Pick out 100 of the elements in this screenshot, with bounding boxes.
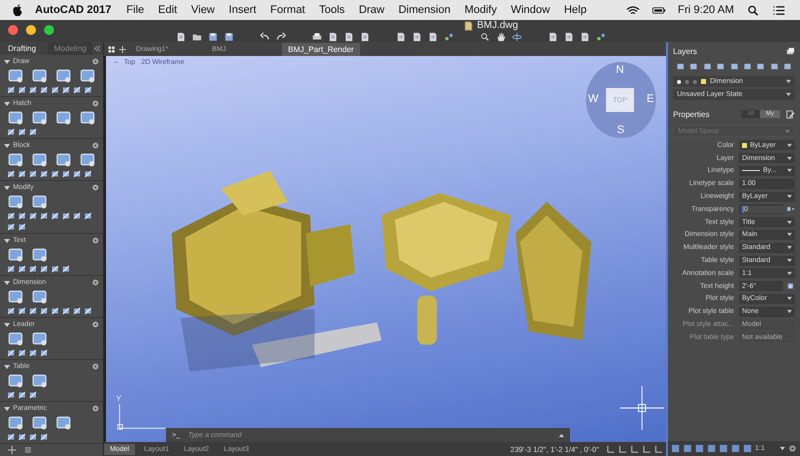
settings-icon[interactable] [788,444,797,453]
menu-item[interactable]: Help [564,4,587,16]
close-button[interactable] [8,25,18,35]
document-icon[interactable] [344,32,354,42]
tool-icon[interactable] [51,170,59,178]
menu-item[interactable]: Edit [158,4,178,16]
tool-icon[interactable] [7,109,24,126]
zoom-button[interactable] [44,25,54,35]
menu-item[interactable]: Dimension [398,4,450,16]
tool-icon[interactable] [7,223,15,231]
settings-icon[interactable] [92,279,99,286]
link-icon[interactable] [596,32,606,42]
settings-icon[interactable] [92,363,99,370]
disclosure-triangle-icon[interactable] [4,58,10,64]
grid-icon[interactable] [108,46,115,52]
tool-icon[interactable] [84,307,92,315]
tool-icon[interactable] [84,212,92,220]
redo-icon[interactable] [276,32,286,42]
caret-icon[interactable] [780,446,785,451]
settings-icon[interactable] [92,237,99,244]
tool-icon[interactable] [51,265,59,273]
document-icon[interactable] [580,32,590,42]
settings-icon[interactable] [92,58,99,65]
menu-item[interactable]: Draw [358,4,384,16]
tool-icon[interactable] [31,414,48,431]
caret-icon[interactable] [559,432,564,438]
tool-icon[interactable] [18,212,26,220]
tool-icon[interactable] [40,265,48,273]
settings-icon[interactable] [92,321,99,328]
tool-icon[interactable] [7,372,24,389]
tool-icon[interactable] [29,128,37,136]
tool-icon[interactable] [31,151,48,168]
tool-icon[interactable] [55,151,72,168]
document-icon[interactable] [548,32,558,42]
tool-icon[interactable] [18,391,26,399]
tool-icon[interactable] [79,151,96,168]
tool-icon[interactable] [7,86,15,94]
tool-icon[interactable] [51,86,59,94]
document-icon[interactable] [564,32,574,42]
document-icon[interactable] [176,32,186,42]
tool-icon[interactable] [62,212,70,220]
tool-icon[interactable] [18,349,26,357]
disclosure-triangle-icon[interactable] [4,406,10,412]
tool-icon[interactable] [29,212,37,220]
menu-item[interactable]: Window [510,4,550,16]
tool-icon[interactable] [84,170,92,178]
tool-icon[interactable] [7,246,24,263]
collapse-icon[interactable] [94,45,101,52]
tool-icon[interactable] [7,67,24,84]
disclosure-triangle-icon[interactable] [4,142,10,148]
disclosure-triangle-icon[interactable] [4,238,10,244]
settings-icon[interactable] [92,142,99,149]
tool-icon[interactable] [62,170,70,178]
menu-item[interactable]: File [126,4,144,16]
tool-icon[interactable] [7,288,24,305]
tool-icon[interactable] [18,265,26,273]
disclosure-triangle-icon[interactable] [4,322,10,328]
plus-icon[interactable] [119,46,126,52]
tool-icon[interactable] [7,151,24,168]
tool-icon[interactable] [79,109,96,126]
tool-icon[interactable] [29,265,37,273]
document-icon[interactable] [328,32,338,42]
hand-icon[interactable] [496,32,506,42]
tool-icon[interactable] [40,349,48,357]
tool-icon[interactable] [62,307,70,315]
clock[interactable]: Fri 9:20 AM [678,4,734,16]
tool-icon[interactable] [55,67,72,84]
settings-icon[interactable] [92,184,99,191]
undo-icon[interactable] [260,32,270,42]
save-icon[interactable] [224,32,234,42]
link-icon[interactable] [444,32,454,42]
tool-icon[interactable] [31,246,48,263]
tool-icon[interactable] [84,86,92,94]
tool-icon[interactable] [7,433,15,441]
document-icon[interactable] [412,32,422,42]
menu-item[interactable]: Tools [319,4,345,16]
tool-icon[interactable] [7,128,15,136]
disclosure-triangle-icon[interactable] [4,364,10,370]
search-icon[interactable] [746,4,760,16]
tool-icon[interactable] [18,433,26,441]
tool-icon[interactable] [31,288,48,305]
tool-icon[interactable] [29,170,37,178]
tool-icon[interactable] [73,170,81,178]
tool-icon[interactable] [40,307,48,315]
document-tab[interactable]: BMJ_Part_Render [282,42,360,56]
tool-icon[interactable] [18,86,26,94]
tool-icon[interactable] [7,193,24,210]
workspace-tab[interactable]: Drafting [2,42,42,55]
tool-icon[interactable] [51,212,59,220]
tool-icon[interactable] [62,265,70,273]
menu-item[interactable]: Modify [464,4,497,16]
tool-icon[interactable] [18,128,26,136]
pick-icon[interactable] [786,281,795,292]
printer-icon[interactable] [312,32,322,42]
minimize-button[interactable] [26,25,36,35]
tool-icon[interactable] [7,349,15,357]
apple-icon[interactable] [12,4,23,16]
plus-icon[interactable] [8,446,16,454]
battery-icon[interactable] [652,4,666,16]
tool-icon[interactable] [29,349,37,357]
